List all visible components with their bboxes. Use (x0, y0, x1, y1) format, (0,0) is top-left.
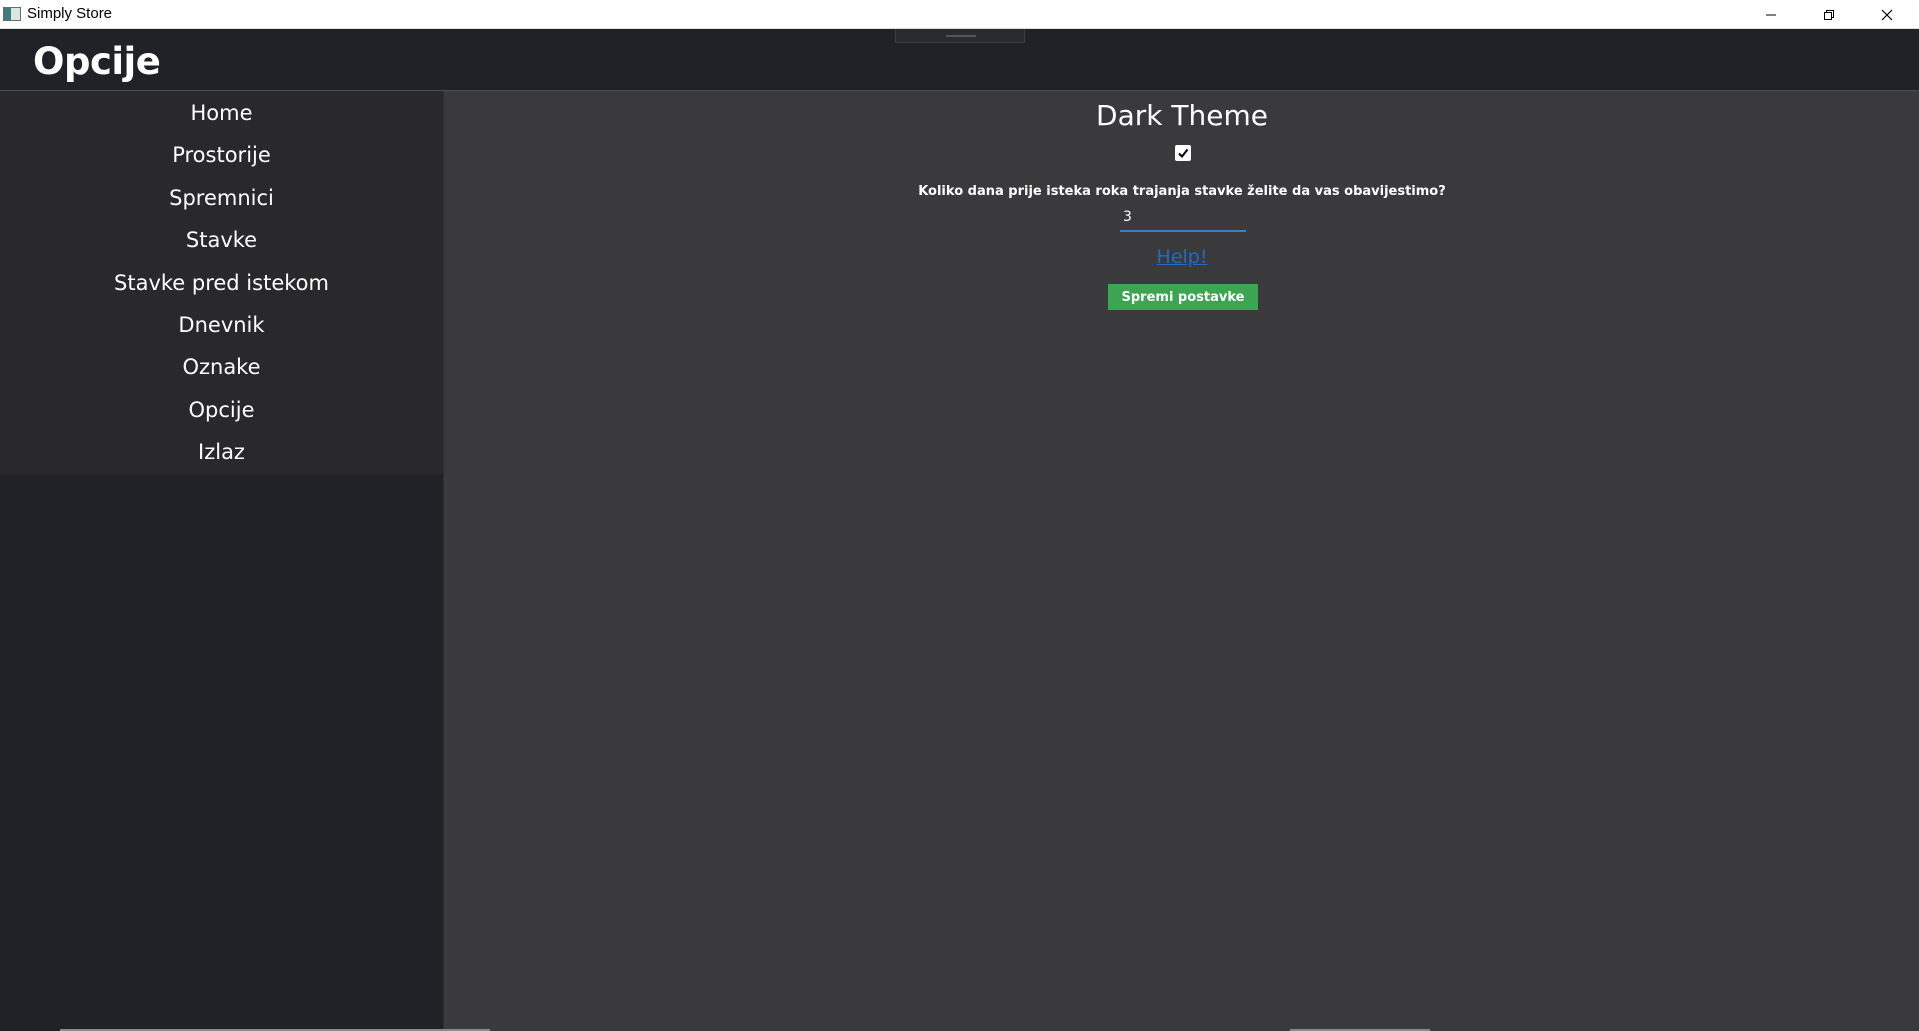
sidebar-item-spremnici[interactable]: Spremnici (0, 178, 443, 218)
page-title: Opcije (33, 40, 161, 83)
sidebar-item-opcije[interactable]: Opcije (0, 390, 443, 430)
close-icon (1881, 9, 1893, 20)
notify-days-question: Koliko dana prije isteka roka trajanja s… (918, 184, 1446, 199)
dark-theme-label: Dark Theme (1096, 99, 1268, 132)
sidebar: Home Prostorije Spremnici Stavke Stavke … (0, 91, 443, 1031)
sidebar-item-dnevnik[interactable]: Dnevnik (0, 305, 443, 345)
sidebar-item-oznake[interactable]: Oznake (0, 347, 443, 387)
sidebar-item-stavke-pred-istekom[interactable]: Stavke pred istekom (0, 263, 443, 303)
help-link[interactable]: Help! (444, 246, 1919, 268)
checkmark-icon (1178, 148, 1189, 159)
app-icon (3, 7, 21, 21)
restore-icon (1824, 9, 1834, 20)
dark-theme-checkbox[interactable] (1175, 145, 1191, 161)
close-button[interactable] (1858, 0, 1916, 29)
app-header: Opcije (0, 29, 1919, 91)
sidebar-item-home[interactable]: Home (0, 93, 443, 133)
settings-panel: Dark Theme Koliko dana prije isteka roka… (443, 91, 1919, 1031)
notify-days-input[interactable] (1120, 204, 1246, 232)
sidebar-item-stavke[interactable]: Stavke (0, 220, 443, 260)
window-titlebar: Simply Store (0, 0, 1919, 29)
sidebar-item-prostorije[interactable]: Prostorije (0, 135, 443, 175)
minimize-icon (1766, 14, 1776, 15)
window-title: Simply Store (27, 5, 113, 22)
sidebar-item-izlaz[interactable]: Izlaz (0, 432, 443, 472)
restore-button[interactable] (1800, 0, 1858, 29)
minimize-button[interactable] (1742, 0, 1800, 29)
drag-handle[interactable] (895, 29, 1025, 43)
save-settings-button[interactable]: Spremi postavke (1108, 284, 1258, 310)
grip-icon (946, 35, 976, 37)
sidebar-nav: Home Prostorije Spremnici Stavke Stavke … (0, 91, 443, 474)
